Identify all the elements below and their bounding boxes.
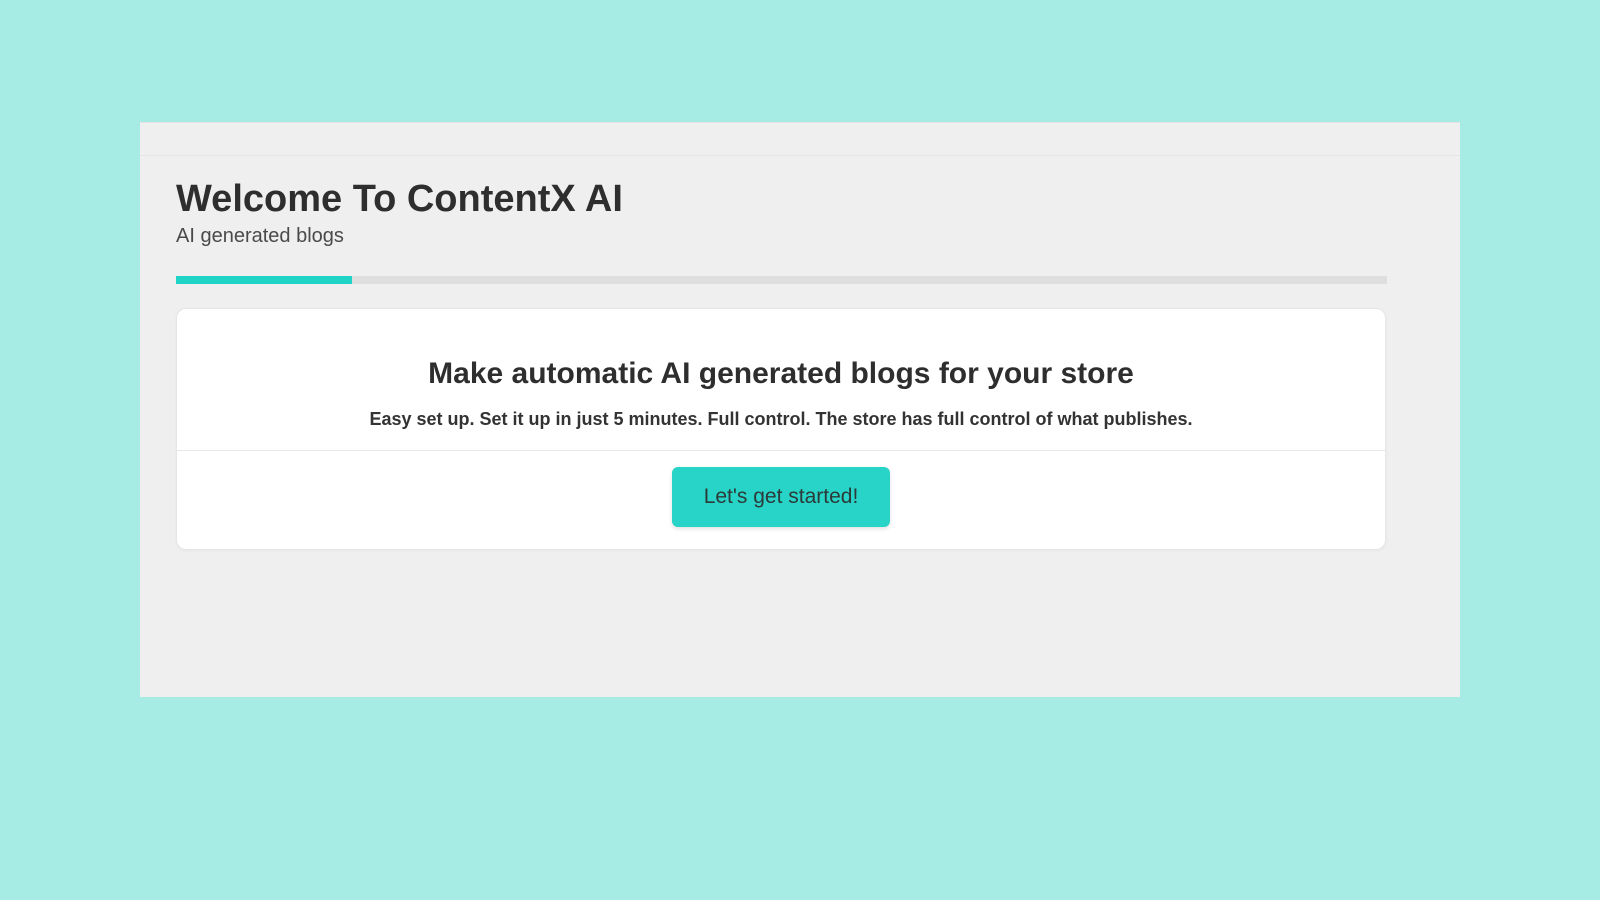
card-title: Make automatic AI generated blogs for yo… bbox=[217, 357, 1345, 391]
onboarding-card: Make automatic AI generated blogs for yo… bbox=[176, 308, 1386, 550]
card-subtitle: Easy set up. Set it up in just 5 minutes… bbox=[217, 409, 1345, 430]
get-started-button[interactable]: Let's get started! bbox=[672, 467, 891, 527]
page-title: Welcome To ContentX AI bbox=[176, 178, 1424, 221]
content-wrapper: Welcome To ContentX AI AI generated blog… bbox=[140, 155, 1460, 550]
page-subtitle: AI generated blogs bbox=[176, 225, 1424, 248]
progress-fill bbox=[176, 276, 352, 284]
card-header: Make automatic AI generated blogs for yo… bbox=[177, 309, 1385, 451]
card-body: Let's get started! bbox=[177, 451, 1385, 549]
app-panel: Welcome To ContentX AI AI generated blog… bbox=[140, 122, 1460, 697]
progress-bar bbox=[176, 276, 1387, 284]
